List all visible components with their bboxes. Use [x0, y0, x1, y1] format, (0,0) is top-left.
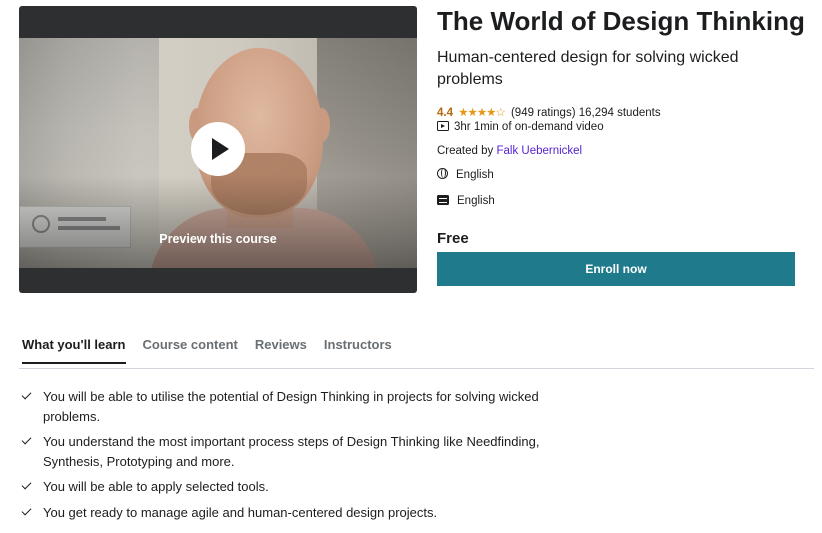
created-by-label: Created by [437, 145, 494, 157]
check-icon [21, 479, 32, 490]
language-value: English [456, 169, 494, 181]
check-icon [21, 389, 32, 400]
students-count: 16,294 students [578, 107, 661, 119]
check-icon [21, 505, 32, 515]
rating-value: 4.4 [437, 107, 453, 119]
learning-outcome-item: You will be able to apply selected tools… [21, 477, 541, 497]
creator-link[interactable]: Falk Uebernickel [496, 145, 582, 157]
captions-value: English [457, 195, 495, 207]
globe-icon [437, 168, 448, 179]
tab-divider [19, 368, 814, 369]
preview-course-label[interactable]: Preview this course [19, 232, 417, 246]
course-title: The World of Design Thinking [437, 6, 805, 36]
play-icon [212, 138, 229, 160]
enroll-button[interactable]: Enroll now [437, 252, 795, 286]
tab-instructors[interactable]: Instructors [324, 337, 392, 362]
created-by: Created by Falk Uebernickel [437, 145, 582, 157]
course-preview-video[interactable]: Preview this course [19, 6, 417, 293]
learning-outcomes-list: You will be able to utilise the potentia… [21, 387, 541, 528]
course-tabs: What you'll learn Course content Reviews In… [22, 336, 409, 366]
learning-outcome-item: You will be able to utilise the potentia… [21, 387, 541, 426]
check-icon [21, 434, 32, 445]
course-subtitle: Human-centered design for solving wicked… [437, 49, 739, 88]
closed-captions-icon [437, 195, 449, 205]
tab-reviews[interactable]: Reviews [255, 337, 307, 362]
play-button[interactable] [191, 122, 245, 176]
learning-outcome-item: You understand the most important proces… [21, 432, 541, 471]
rating-summary: 4.4 ★★★★☆ (949 ratings) 16,294 students [437, 105, 661, 119]
star-icon: ★★★★☆ [458, 107, 506, 119]
language: English [437, 168, 494, 181]
captions: English [437, 195, 495, 207]
course-price: Free [437, 230, 469, 247]
tab-course-content[interactable]: Course content [143, 337, 238, 362]
video-icon [437, 121, 449, 131]
video-duration: 3hr 1min of on-demand video [437, 121, 604, 133]
ratings-count[interactable]: (949 ratings) [511, 107, 576, 119]
tab-what-youll-learn[interactable]: What you'll learn [22, 337, 126, 364]
learning-outcome-item: You get ready to manage agile and human-… [21, 503, 541, 523]
